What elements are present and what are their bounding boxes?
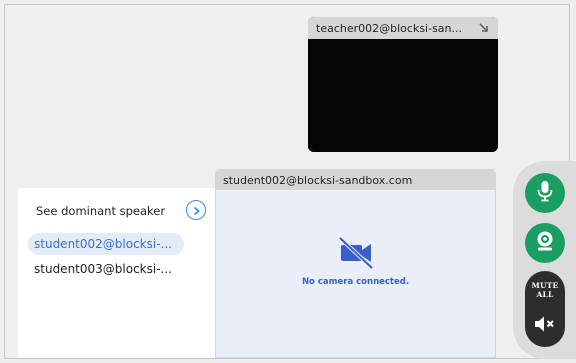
teacher-tile-header: teacher002@blocksi-san... xyxy=(308,17,498,39)
no-camera-placeholder: No camera connected. xyxy=(216,235,495,287)
microphone-button[interactable] xyxy=(525,173,565,213)
speaker-mute-icon xyxy=(534,315,556,337)
camera-off-icon xyxy=(336,236,376,273)
no-camera-text: No camera connected. xyxy=(301,277,410,287)
participant-item-student003[interactable]: student003@blocksi-... xyxy=(28,258,178,280)
mute-all-label: MUTE ALL xyxy=(525,271,565,299)
dominant-speaker-label: See dominant speaker xyxy=(36,204,166,218)
mute-all-button[interactable]: MUTE ALL xyxy=(525,271,565,347)
microphone-icon xyxy=(536,180,554,206)
teacher-name: teacher002@blocksi-san... xyxy=(316,21,463,35)
teacher-video-feed xyxy=(308,39,498,152)
chevron-right-icon xyxy=(192,201,201,220)
expand-icon[interactable] xyxy=(478,22,490,34)
mute-all-line2: ALL xyxy=(536,290,554,299)
control-dock: MUTE ALL xyxy=(513,161,576,359)
teacher-video-tile: teacher002@blocksi-san... xyxy=(308,17,498,152)
participant-item-student002[interactable]: student002@blocksi-... xyxy=(28,233,184,255)
camera-button[interactable] xyxy=(525,223,565,263)
student-tile-header: student002@blocksi-sandbox.com xyxy=(216,170,495,190)
participant-sidebar: See dominant speaker student002@blocksi-… xyxy=(18,188,216,358)
webcam-icon xyxy=(535,230,555,256)
collapse-sidebar-button[interactable] xyxy=(186,200,206,220)
mute-all-line1: MUTE xyxy=(531,281,559,290)
student-video-tile: student002@blocksi-sandbox.com No camera… xyxy=(215,169,496,358)
